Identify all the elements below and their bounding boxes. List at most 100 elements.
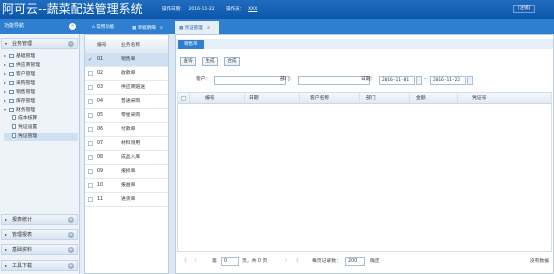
collapse-icon[interactable]: −	[68, 41, 74, 47]
row-checkbox[interactable]	[88, 141, 93, 146]
table-row[interactable]: 11 进货单	[85, 193, 168, 207]
subtab-sales-order[interactable]: 销售单	[178, 40, 204, 49]
logout-button[interactable]: [注销]	[513, 5, 535, 13]
date-from-input[interactable]: 2016-11-01	[379, 76, 415, 85]
row-id: 10	[97, 183, 104, 188]
table-row[interactable]: 03 供应商赔送	[85, 81, 168, 95]
row-checkbox[interactable]	[88, 197, 93, 202]
table-row[interactable]: 08 成品入库	[85, 151, 168, 165]
row-checkbox[interactable]	[88, 71, 93, 76]
voucher-grid: 编号 日期 客户名称 部门 金额 凭证号	[177, 92, 552, 252]
date-to-input[interactable]: 2016-11-22	[430, 76, 466, 85]
select-all-cell[interactable]	[178, 93, 190, 104]
check-icon[interactable]: ✓	[88, 53, 93, 63]
tree-item[interactable]: ▸ 供应商管理	[4, 61, 40, 69]
expand-icon[interactable]: +	[68, 263, 74, 269]
per-page-input[interactable]: 200	[345, 257, 365, 266]
close-icon[interactable]: ×	[207, 25, 210, 30]
column-header: 客户名称	[300, 93, 360, 104]
customer-input[interactable]	[214, 76, 286, 85]
collapse-icon[interactable]: «	[69, 23, 76, 30]
row-id: 07	[97, 141, 104, 146]
table-row[interactable]: 09 报损单	[85, 165, 168, 179]
calendar-icon[interactable]	[467, 76, 473, 85]
tab-common-functions[interactable]: ⌂ 常用功能	[88, 21, 126, 34]
tree-item-label: 销售管理	[16, 90, 36, 95]
tree-item-label: 客户管理	[16, 72, 36, 77]
section-tool-download[interactable]: ▸ 工具下载 +	[1, 260, 78, 271]
date-separator: -	[424, 77, 426, 82]
tree-item-label: 基础管理	[16, 54, 36, 59]
section-report-statistics[interactable]: ▸ 报表统计 +	[1, 214, 78, 225]
table-row[interactable]: ✓ 01 销售单	[85, 53, 168, 67]
tree-item[interactable]: 凭证设置	[12, 124, 37, 132]
table-row[interactable]: 04 普通采购	[85, 95, 168, 109]
dept-input[interactable]	[298, 76, 370, 85]
tree-item[interactable]: ▸ 库存管理	[4, 97, 35, 105]
tab-voucher-management[interactable]: ▦ 凭证管理 ×	[175, 21, 219, 34]
sidebar-header: 功能导航 «	[0, 19, 78, 34]
confirm-link[interactable]: 确定	[370, 254, 380, 269]
prev-page-icon[interactable]: 〈	[192, 254, 197, 269]
column-header: 部门	[360, 93, 410, 104]
section-label: 管理报表	[12, 232, 33, 238]
row-id: 11	[97, 197, 104, 202]
tree-item[interactable]: ▸ 销售管理	[4, 88, 35, 96]
tab-document-detail[interactable]: ▦ 单据明细 ×	[128, 21, 172, 34]
sidebar: ▾ 业务管理 − ▸ 基础管理 ▸ 供应商管理 ▸ 客户管理 ▸ 采购管理 ▸ 销售管理 …	[0, 34, 80, 274]
page-label: 第	[212, 259, 217, 264]
page-input[interactable]: 0	[221, 257, 239, 266]
section-business-management[interactable]: ▾ 业务管理 −	[1, 38, 78, 49]
row-checkbox[interactable]	[88, 183, 93, 188]
first-page-icon[interactable]: 《	[182, 254, 187, 269]
row-name: 报益单	[121, 183, 136, 188]
tree-item[interactable]: ▸ 采购管理	[4, 79, 35, 87]
column-header: 凭证号	[472, 96, 487, 101]
merge-button[interactable]: 合成	[224, 57, 240, 66]
tree-item-voucher-management[interactable]: 凭证管理	[4, 133, 78, 141]
tree-item-label: 成本核算	[18, 116, 38, 121]
query-button[interactable]: 查询	[180, 57, 196, 66]
table-row[interactable]: 10 报益单	[85, 179, 168, 193]
app-title: 阿可云--蔬菜配送管理系统	[2, 2, 143, 16]
row-id: 02	[97, 71, 104, 76]
tree-item[interactable]: 成本核算	[12, 115, 37, 123]
calendar-icon[interactable]	[416, 76, 422, 85]
tab-label: 单据明细	[137, 26, 156, 31]
row-name: 普通采购	[121, 99, 141, 104]
tree-item[interactable]: ▾ 财务管理	[4, 106, 35, 114]
pagination: 《 〈 第 0 页，共 0 页 〉 》 每页记录数： 200 确定 没有数据	[178, 254, 551, 269]
expand-icon[interactable]: +	[68, 247, 74, 253]
table-row[interactable]: 07 材料领用	[85, 137, 168, 151]
next-page-icon[interactable]: 〉	[285, 254, 290, 269]
folder-icon	[9, 71, 14, 76]
row-id: 03	[97, 85, 104, 90]
expand-icon[interactable]: +	[68, 232, 74, 238]
row-name: 收款单	[121, 71, 136, 76]
operator-value[interactable]: XXX	[248, 7, 257, 12]
header-info: 操作日期： 2016-11-22 操作员： XXX	[162, 6, 261, 13]
row-checkbox[interactable]	[88, 113, 93, 118]
row-checkbox[interactable]	[88, 99, 93, 104]
select-all-checkbox[interactable]	[181, 96, 186, 101]
table-row[interactable]: 02 收款单	[85, 67, 168, 81]
row-checkbox[interactable]	[88, 155, 93, 160]
section-management-reports[interactable]: ▸ 管理报表 +	[1, 229, 78, 240]
close-icon[interactable]: ×	[160, 25, 163, 30]
row-checkbox[interactable]	[88, 127, 93, 132]
column-header: 编号	[97, 43, 107, 48]
customer-label: 客户：	[196, 77, 211, 82]
tree-item[interactable]: ▸ 客户管理	[4, 70, 35, 78]
section-basic-data[interactable]: ▸ 基础资料 +	[1, 244, 78, 255]
sidebar-title: 功能导航	[4, 23, 25, 29]
last-page-icon[interactable]: 》	[296, 254, 301, 269]
generate-button[interactable]: 生成	[202, 57, 218, 66]
expand-icon[interactable]: +	[68, 217, 74, 223]
tree-item-label: 采购管理	[16, 81, 36, 86]
row-checkbox[interactable]	[88, 169, 93, 174]
row-checkbox[interactable]	[88, 85, 93, 90]
table-row[interactable]: 06 付款单	[85, 123, 168, 137]
table-row[interactable]: 05 零星采购	[85, 109, 168, 123]
tree-item[interactable]: ▸ 基础管理	[4, 52, 35, 60]
app-header: 阿可云--蔬菜配送管理系统 操作日期： 2016-11-22 操作员： XXX [注…	[0, 0, 554, 19]
